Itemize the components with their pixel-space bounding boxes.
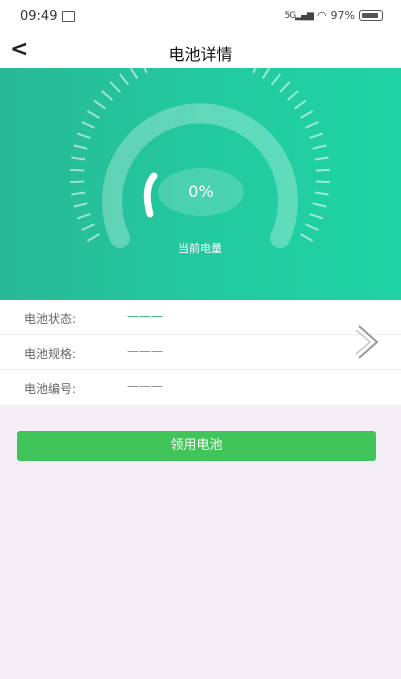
- info-row-status: 电池状态: ———: [0, 300, 401, 335]
- gauge-tick: [293, 99, 307, 110]
- gauge-tick: [299, 233, 314, 242]
- gauge-tick: [86, 233, 101, 242]
- gauge-tick: [314, 156, 329, 161]
- gauge-tick: [315, 168, 330, 172]
- battery-percent: 97%: [330, 9, 355, 22]
- gauge-tick: [86, 110, 101, 119]
- status-bar: 09:49 5G▂▄▆ ◠ 97%: [0, 0, 401, 34]
- gauge-tick: [81, 121, 95, 129]
- info-label-spec: 电池规格:: [24, 347, 77, 361]
- status-indicators: 5G▂▄▆ ◠ 97%: [284, 9, 383, 22]
- battery-icon: [359, 10, 383, 21]
- gauge-tick: [71, 191, 86, 196]
- gauge-tick: [101, 90, 113, 101]
- signal-icon: 5G▂▄▆: [284, 10, 313, 21]
- gauge-tick: [287, 90, 299, 101]
- image-icon: [62, 11, 75, 22]
- gauge-tick: [70, 168, 85, 172]
- info-row-spec: 电池规格: ———: [0, 335, 401, 370]
- info-row-number: 电池编号: ———: [0, 370, 401, 404]
- status-time: 09:49: [20, 9, 58, 24]
- gauge-tick: [312, 202, 327, 208]
- wifi-icon: ◠: [316, 9, 327, 22]
- gauge-tick: [305, 121, 319, 129]
- nav-bar: < 电池详情: [0, 34, 401, 68]
- network-type: 5G: [284, 10, 296, 21]
- battery-percent-value: 0%: [188, 182, 214, 201]
- gauge-tick: [73, 144, 88, 150]
- gauge-tick: [305, 223, 319, 231]
- gauge-tick: [76, 132, 91, 140]
- gauge-tick: [315, 180, 330, 184]
- gauge-indicator: [143, 172, 158, 218]
- gauge-tick: [73, 202, 88, 208]
- info-label-number: 电池编号:: [24, 382, 77, 396]
- info-label-status: 电池状态:: [24, 312, 77, 326]
- gauge-tick: [118, 73, 130, 86]
- gauge-tick: [252, 68, 257, 74]
- current-charge-label: 当前电量: [178, 242, 222, 255]
- gauge-tick: [109, 81, 121, 93]
- gauge-tick: [143, 68, 148, 74]
- info-value-number: ———: [127, 379, 163, 393]
- gauge-tick: [70, 180, 85, 184]
- gauge-tick: [299, 110, 314, 119]
- info-value-status: ———: [127, 309, 163, 323]
- chevron-right-icon[interactable]: [353, 322, 383, 362]
- gauge-tick: [314, 191, 329, 196]
- gauge-tick: [93, 99, 107, 110]
- battery-info-list: 电池状态: ——— 电池规格: ——— 电池编号: ———: [0, 300, 401, 405]
- battery-gauge-panel: 0% 当前电量: [0, 68, 401, 300]
- gauge-tick: [309, 212, 324, 220]
- gauge-tick: [279, 81, 291, 93]
- gauge-tick: [270, 73, 282, 86]
- gauge-tick: [129, 68, 139, 79]
- gauge-tick: [71, 156, 86, 161]
- info-value-spec: ———: [127, 344, 163, 358]
- claim-battery-button[interactable]: 领用电池: [17, 431, 376, 461]
- gauge-tick: [312, 144, 327, 150]
- gauge-tick: [81, 223, 95, 231]
- page-title: 电池详情: [168, 45, 233, 64]
- gauge-tick: [261, 68, 271, 79]
- gauge-tick: [309, 132, 324, 140]
- gauge-tick: [76, 212, 91, 220]
